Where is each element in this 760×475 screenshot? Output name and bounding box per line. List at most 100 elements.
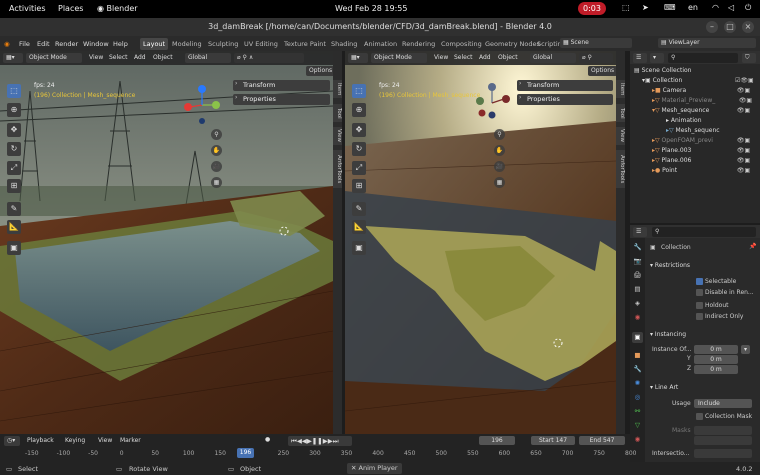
rotate-tool-icon[interactable]: ↻ xyxy=(352,142,366,156)
editor-type-icon[interactable]: ▦▾ xyxy=(3,53,23,63)
tab-sculpting[interactable]: Sculpting xyxy=(208,40,238,48)
orientation-dropdown[interactable]: Global xyxy=(185,53,231,63)
object-tab-icon[interactable]: ■ xyxy=(632,350,643,361)
properties-search-input[interactable]: ⚲ xyxy=(652,227,756,237)
instancing-panel-header[interactable]: ▾ Instancing xyxy=(650,331,686,338)
scale-tool-icon[interactable]: ⤢ xyxy=(352,161,366,175)
timeline-view-menu[interactable]: View xyxy=(98,437,112,444)
select-tool-icon[interactable]: ⬚ xyxy=(7,84,21,98)
places-menu[interactable]: Places xyxy=(58,4,83,13)
measure-tool-icon[interactable]: 📐 xyxy=(7,220,21,234)
particles-tab-icon[interactable]: ✺ xyxy=(632,378,643,389)
material-tab-icon[interactable]: ◉ xyxy=(632,434,643,445)
keyframe-dropdown-icon[interactable]: ▾ xyxy=(741,345,750,354)
transform-panel-header[interactable]: Transform xyxy=(233,80,330,91)
snapping-tools[interactable]: ⌀ ⚲ xyxy=(579,53,613,63)
transform-tool-icon[interactable]: ⊞ xyxy=(7,179,21,193)
view-layer-tab-icon[interactable]: ▤ xyxy=(632,284,643,295)
playback-menu[interactable]: Playback xyxy=(27,437,54,444)
cursor-tool-icon[interactable]: ⊕ xyxy=(7,103,21,117)
viewport-menu-object[interactable]: Object xyxy=(498,54,518,61)
sidetab-tool-left[interactable]: Tool xyxy=(333,104,342,122)
marker-menu[interactable]: Marker xyxy=(120,437,141,444)
power-icon[interactable]: ⏻ xyxy=(745,3,751,13)
object-mode-dropdown[interactable]: Object Mode xyxy=(371,53,427,63)
navigation-gizmo[interactable] xyxy=(470,81,515,126)
masks-field[interactable] xyxy=(694,426,752,435)
physics-tab-icon[interactable]: ◎ xyxy=(632,392,643,403)
tab-rendering[interactable]: Rendering xyxy=(402,40,435,48)
viewport-menu-view[interactable]: View xyxy=(434,54,448,61)
filter-icon[interactable]: ▾ xyxy=(650,53,664,63)
sidetab-anfortools-right[interactable]: AnforTools xyxy=(616,150,625,188)
blender-logo-icon[interactable]: ◉ xyxy=(4,40,10,48)
output-tab-icon[interactable]: 🖨 xyxy=(632,270,643,281)
annotate-tool-icon[interactable]: ✎ xyxy=(7,202,21,216)
measure-tool-icon[interactable]: 📐 xyxy=(352,220,366,234)
instance-offset-x-field[interactable]: 0 m xyxy=(694,345,738,354)
options-dropdown[interactable]: Options xyxy=(588,66,616,76)
zoom-icon[interactable]: ⚲ xyxy=(211,129,222,140)
object-mode-dropdown[interactable]: Object Mode xyxy=(26,53,82,63)
intersection-field[interactable] xyxy=(694,449,752,458)
maximize-icon[interactable]: □ xyxy=(724,21,736,33)
scene-selector[interactable]: ▦ Scene xyxy=(560,38,632,48)
close-icon[interactable]: × xyxy=(742,21,754,33)
instance-offset-y-field[interactable]: 0 m xyxy=(694,355,738,364)
sidetab-view-right[interactable]: View xyxy=(616,127,625,145)
constraints-tab-icon[interactable]: ⚯ xyxy=(632,406,643,417)
playhead[interactable]: 196 xyxy=(237,448,254,458)
grid-view-icon[interactable]: ▦ xyxy=(494,177,505,188)
sidetab-anfortools-left[interactable]: AnforTools xyxy=(333,150,342,188)
visibility-toggles[interactable]: ☑👁▣ 👁▣ 👁▣ 👁▣ 👁▣ 👁▣ 👁▣ 👁▣ xyxy=(735,76,754,176)
move-tool-icon[interactable]: ✥ xyxy=(7,123,21,137)
camera-view-icon[interactable]: 🎥 xyxy=(211,161,222,172)
modifier-tab-icon[interactable]: 🔧 xyxy=(632,364,643,375)
properties-editor-icon[interactable]: ☰ xyxy=(633,227,647,237)
render-tab-icon[interactable]: 📷 xyxy=(632,256,643,267)
sidetab-item-left[interactable]: Item xyxy=(333,80,342,98)
clock[interactable]: Wed Feb 28 19:55 xyxy=(335,4,407,13)
world-tab-icon[interactable]: ◉ xyxy=(632,312,643,323)
start-frame-field[interactable]: Start 147 xyxy=(531,436,575,445)
extension-icon[interactable]: ⬚ xyxy=(622,3,630,12)
navigation-gizmo[interactable] xyxy=(180,83,225,128)
transform-tool-icon[interactable]: ⊞ xyxy=(352,179,366,193)
sidetab-item-right[interactable]: Item xyxy=(616,80,625,98)
pan-hand-icon[interactable]: ✋ xyxy=(211,145,222,156)
grid-view-icon[interactable]: ▦ xyxy=(211,177,222,188)
options-dropdown[interactable]: Options xyxy=(306,66,333,76)
record-icon[interactable]: ● xyxy=(265,436,270,443)
sidetab-view-left[interactable]: View xyxy=(333,127,342,145)
line-art-panel-header[interactable]: ▾ Line Art xyxy=(650,384,678,391)
outliner-editor-icon[interactable]: ☰ xyxy=(633,53,647,63)
funnel-icon[interactable]: ⛉ xyxy=(742,53,756,63)
scale-tool-icon[interactable]: ⤢ xyxy=(7,161,21,175)
telegram-icon[interactable]: ➤ xyxy=(642,3,649,12)
language-indicator[interactable]: en xyxy=(688,3,698,12)
playback-controls[interactable]: ⏮◀◀▶❚❚▶▶⏭ xyxy=(288,436,352,446)
current-frame-field[interactable]: 196 xyxy=(479,436,515,445)
outliner-search-input[interactable]: ⚲ xyxy=(668,53,738,63)
viewlayer-selector[interactable]: ▤ ViewLayer xyxy=(658,38,756,48)
end-frame-field[interactable]: End 547 xyxy=(579,436,625,445)
viewport-left[interactable]: ▦▾ Object Mode View Select Add Object Gl… xyxy=(0,51,333,434)
annotate-tool-icon[interactable]: ✎ xyxy=(352,202,366,216)
move-tool-icon[interactable]: ✥ xyxy=(352,123,366,137)
menu-window[interactable]: Window xyxy=(83,40,109,48)
instance-offset-z-field[interactable]: 0 m xyxy=(694,365,738,374)
add-cube-tool-icon[interactable]: ▣ xyxy=(352,241,366,255)
collection-tab-icon[interactable]: ▣ xyxy=(632,332,643,343)
viewport-menu-add[interactable]: Add xyxy=(134,54,146,61)
input-icon[interactable]: ⌨ xyxy=(664,3,676,12)
cursor-tool-icon[interactable]: ⊕ xyxy=(352,103,366,117)
menu-file[interactable]: File xyxy=(19,40,30,48)
rotate-tool-icon[interactable]: ↻ xyxy=(7,142,21,156)
viewport-menu-object[interactable]: Object xyxy=(153,54,173,61)
recording-indicator[interactable]: 0:03 xyxy=(578,2,606,15)
app-menu[interactable]: ◉ Blender xyxy=(97,4,138,13)
select-tool-icon[interactable]: ⬚ xyxy=(352,84,366,98)
tab-animation[interactable]: Animation xyxy=(364,40,397,48)
sidetab-tool-right[interactable]: Tool xyxy=(616,104,625,122)
masks-field-2[interactable] xyxy=(694,436,752,445)
